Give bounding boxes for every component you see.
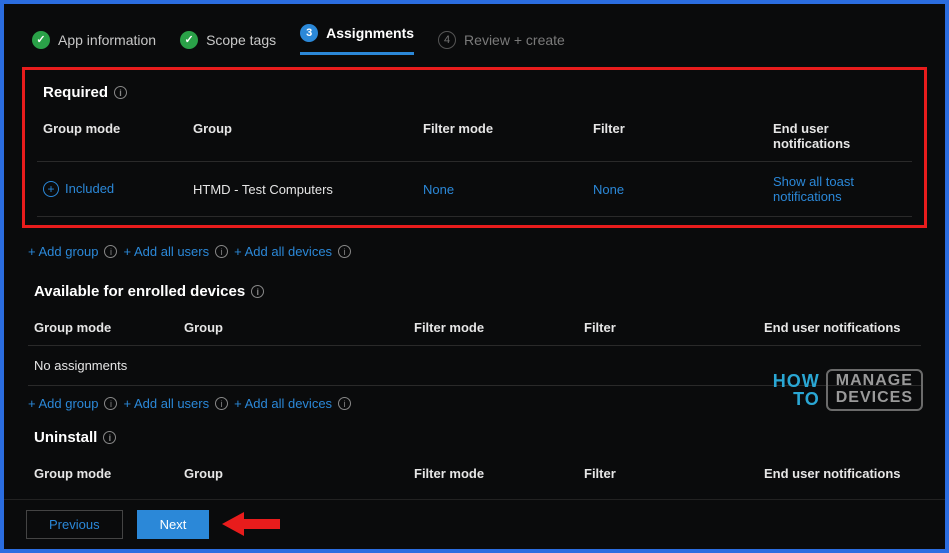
check-icon: ✓ xyxy=(180,31,198,49)
available-heading: Available for enrolled devices i xyxy=(28,279,921,314)
wizard-steps: ✓ App information ✓ Scope tags 3 Assignm… xyxy=(22,4,927,65)
step-assignments[interactable]: 3 Assignments xyxy=(300,24,414,55)
filter-cell[interactable]: None xyxy=(593,182,773,197)
add-all-users-link[interactable]: + Add all users xyxy=(123,396,209,411)
col-header-group-mode: Group mode xyxy=(34,320,184,335)
col-header-filter: Filter xyxy=(584,320,764,335)
info-icon[interactable]: i xyxy=(215,397,228,410)
previous-button[interactable]: Previous xyxy=(26,510,123,539)
watermark-left: HOW TO xyxy=(773,372,820,408)
required-heading: Required i xyxy=(37,80,912,115)
step-label: Review + create xyxy=(464,32,565,48)
required-section-highlight: Required i Group mode Group Filter mode … xyxy=(22,67,927,228)
add-all-users-link[interactable]: + Add all users xyxy=(123,244,209,259)
step-number-icon: 3 xyxy=(300,24,318,42)
step-review-create[interactable]: 4 Review + create xyxy=(438,31,565,49)
available-table-header: Group mode Group Filter mode Filter End … xyxy=(28,314,921,346)
required-table-header: Group mode Group Filter mode Filter End … xyxy=(37,115,912,162)
info-icon[interactable]: i xyxy=(103,431,116,444)
col-header-filter: Filter xyxy=(584,466,764,481)
info-icon[interactable]: i xyxy=(251,285,264,298)
watermark-to: TO xyxy=(773,390,820,408)
col-header-group: Group xyxy=(184,466,414,481)
add-group-link[interactable]: + Add group xyxy=(28,396,98,411)
info-icon[interactable]: i xyxy=(114,86,127,99)
section-title-text: Available for enrolled devices xyxy=(34,283,245,300)
watermark: HOW TO MANAGE DEVICES xyxy=(773,369,923,411)
step-number-icon: 4 xyxy=(438,31,456,49)
table-row: + Included HTMD - Test Computers None Non… xyxy=(37,162,912,217)
watermark-line1: MANAGE xyxy=(836,373,913,390)
watermark-how: HOW xyxy=(773,372,820,390)
uninstall-table-header: Group mode Group Filter mode Filter End … xyxy=(28,460,921,491)
footer-bar: Previous Next xyxy=(4,499,945,549)
section-title-text: Required xyxy=(43,84,108,101)
info-icon[interactable]: i xyxy=(215,245,228,258)
group-mode-cell[interactable]: + Included xyxy=(43,181,193,197)
col-header-group: Group xyxy=(193,121,423,151)
notifications-cell[interactable]: Show all toast notifications xyxy=(773,174,906,204)
col-header-group-mode: Group mode xyxy=(34,466,184,481)
col-header-group-mode: Group mode xyxy=(43,121,193,151)
content-area: ✓ App information ✓ Scope tags 3 Assignm… xyxy=(4,4,945,495)
no-assignments-text: No assignments xyxy=(34,358,127,373)
check-icon: ✓ xyxy=(32,31,50,49)
col-header-notifications: End user notifications xyxy=(764,320,915,335)
step-scope-tags[interactable]: ✓ Scope tags xyxy=(180,31,276,49)
step-label: App information xyxy=(58,32,156,48)
info-icon[interactable]: i xyxy=(338,397,351,410)
plus-circle-icon: + xyxy=(43,181,59,197)
col-header-group: Group xyxy=(184,320,414,335)
group-mode-value: Included xyxy=(65,181,114,196)
group-cell: HTMD - Test Computers xyxy=(193,182,423,197)
step-label: Assignments xyxy=(326,25,414,41)
section-title-text: Uninstall xyxy=(34,429,97,446)
step-app-information[interactable]: ✓ App information xyxy=(32,31,156,49)
add-all-devices-link[interactable]: + Add all devices xyxy=(234,396,332,411)
add-all-devices-link[interactable]: + Add all devices xyxy=(234,244,332,259)
col-header-notifications: End user notifications xyxy=(773,121,906,151)
info-icon[interactable]: i xyxy=(338,245,351,258)
add-group-link[interactable]: + Add group xyxy=(28,244,98,259)
filter-mode-cell[interactable]: None xyxy=(423,182,593,197)
app-frame: ✓ App information ✓ Scope tags 3 Assignm… xyxy=(0,0,949,553)
col-header-filter-mode: Filter mode xyxy=(414,466,584,481)
required-actions: + Add group i + Add all users i + Add al… xyxy=(22,234,927,263)
info-icon[interactable]: i xyxy=(104,397,117,410)
step-label: Scope tags xyxy=(206,32,276,48)
col-header-filter: Filter xyxy=(593,121,773,151)
col-header-filter-mode: Filter mode xyxy=(423,121,593,151)
next-button[interactable]: Next xyxy=(137,510,210,539)
uninstall-heading: Uninstall i xyxy=(28,425,921,460)
info-icon[interactable]: i xyxy=(104,245,117,258)
watermark-line2: DEVICES xyxy=(836,390,913,407)
watermark-box: MANAGE DEVICES xyxy=(826,369,923,411)
uninstall-section: Uninstall i Group mode Group Filter mode… xyxy=(22,419,927,495)
col-header-notifications: End user notifications xyxy=(764,466,915,481)
col-header-filter-mode: Filter mode xyxy=(414,320,584,335)
